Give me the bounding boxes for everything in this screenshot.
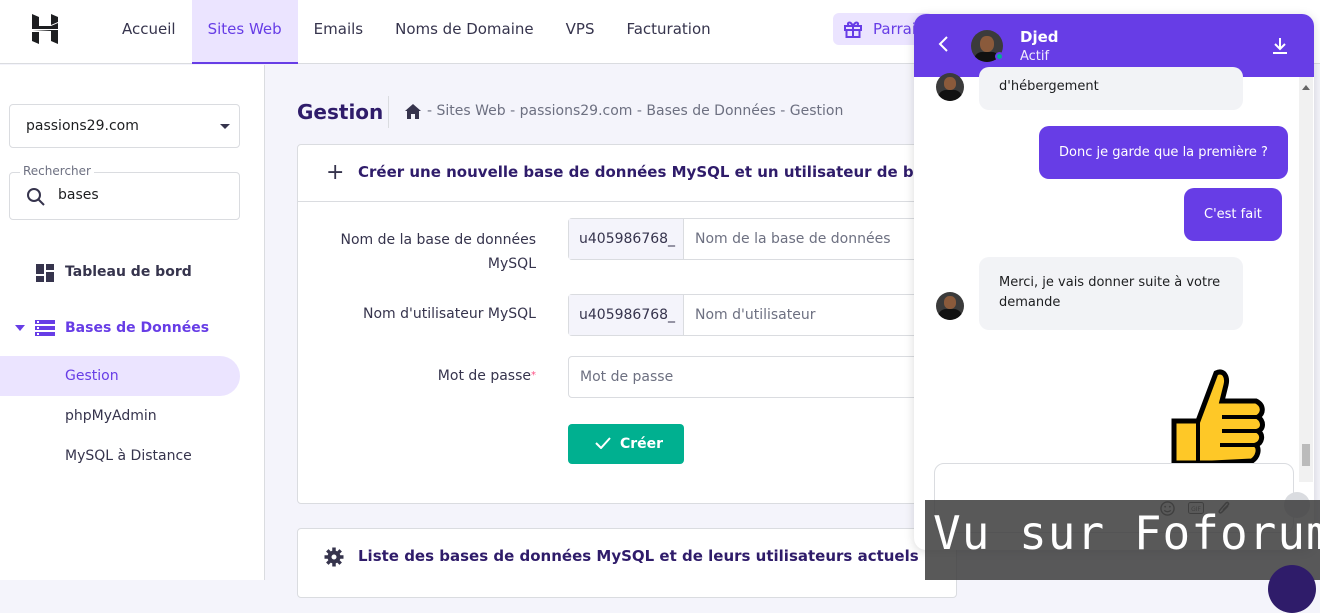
db-name-prefix: u405986768_	[569, 219, 684, 259]
password-label-text: Mot de passe	[437, 368, 531, 384]
scrollbar-thumb[interactable]	[1302, 444, 1310, 466]
create-button[interactable]: Créer	[568, 424, 684, 464]
nav-accueil[interactable]: Accueil	[106, 0, 192, 64]
database-list-icon	[35, 320, 55, 336]
sidebar-item-databases[interactable]: Bases de Données	[0, 308, 240, 348]
home-icon[interactable]	[405, 103, 421, 119]
username-label: Nom d'utilisateur MySQL	[362, 306, 536, 322]
chat-message-agent: Merci, je vais donner suite à votre dema…	[979, 257, 1243, 330]
create-card-header[interactable]: + Créer une nouvelle base de données MyS…	[298, 145, 956, 202]
gear-icon	[324, 547, 344, 567]
create-card-title: Créer une nouvelle base de données MySQL…	[358, 163, 957, 181]
create-database-card: + Créer une nouvelle base de données MyS…	[297, 144, 957, 504]
agent-status: Actif	[1020, 49, 1050, 64]
title-divider	[388, 96, 389, 128]
page-title: Gestion	[297, 100, 384, 124]
thumbs-up-icon	[1171, 369, 1265, 465]
breadcrumb: - Sites Web - passions29.com - Bases de …	[405, 103, 843, 119]
referral-label: Parrai	[873, 20, 916, 38]
caret-down-icon	[220, 124, 230, 129]
username-prefix: u405986768_	[569, 295, 684, 335]
chat-scrollbar[interactable]	[1299, 77, 1313, 482]
password-placeholder: Mot de passe	[580, 369, 674, 385]
search-icon	[27, 188, 45, 206]
sidebar-item-label: Tableau de bord	[65, 264, 192, 280]
agent-avatar-small	[936, 73, 964, 101]
password-field[interactable]: Mot de passe	[568, 356, 956, 398]
search-input[interactable]: Rechercher bases	[9, 164, 240, 220]
breadcrumb-path[interactable]: - Sites Web - passions29.com - Bases de …	[427, 103, 843, 119]
chat-message-user: C'est fait	[1184, 188, 1282, 241]
chat-message-line: demande	[999, 295, 1061, 310]
database-list-card: Liste des bases de données MySQL et de l…	[297, 528, 957, 598]
scroll-up-arrow-icon[interactable]	[1302, 85, 1310, 90]
chat-message-line: Merci, je vais donner suite à votre	[999, 275, 1221, 290]
chevron-down-icon	[15, 325, 25, 331]
list-card-title: Liste des bases de données MySQL et de l…	[358, 547, 919, 565]
nav-sites-web[interactable]: Sites Web	[191, 0, 298, 64]
download-icon[interactable]	[1272, 37, 1288, 54]
username-placeholder: Nom d'utilisateur	[695, 307, 816, 323]
agent-name: Djed	[1020, 28, 1059, 46]
db-name-label-line1: Nom de la base de données	[340, 232, 537, 248]
sidebar-item-label: Bases de Données	[65, 320, 210, 336]
db-name-label: Nom de la base de données MySQL	[316, 228, 537, 276]
sidebar-item-dashboard[interactable]: Tableau de bord	[0, 252, 240, 292]
nav-vps[interactable]: VPS	[550, 0, 611, 64]
nav-facturation[interactable]: Facturation	[610, 0, 726, 64]
db-name-placeholder: Nom de la base de données	[695, 231, 891, 247]
hostinger-logo[interactable]	[30, 14, 60, 44]
domain-value: passions29.com	[26, 118, 139, 134]
check-icon	[595, 437, 611, 449]
online-indicator	[995, 52, 1004, 61]
username-field[interactable]: u405986768_ Nom d'utilisateur	[568, 294, 956, 336]
nav-noms-de-domaine[interactable]: Noms de Domaine	[379, 0, 550, 64]
db-name-field[interactable]: u405986768_ Nom de la base de données	[568, 218, 956, 260]
chat-message-agent: d'hébergement	[979, 67, 1243, 110]
sidebar-item-gestion[interactable]: Gestion	[0, 356, 240, 396]
domain-select[interactable]: passions29.com	[9, 104, 240, 148]
dashboard-icon	[36, 264, 54, 282]
search-value: bases	[58, 187, 99, 203]
chat-widget: Djed Actif d'hébergement Donc je garde q…	[914, 14, 1314, 550]
db-name-label-line2: MySQL	[487, 256, 536, 272]
watermark: Vu sur Foforum	[933, 506, 1320, 560]
chat-message-user: Donc je garde que la première ?	[1039, 126, 1288, 179]
gift-icon	[844, 21, 862, 38]
required-marker: *	[531, 370, 536, 381]
list-card-header[interactable]: Liste des bases de données MySQL et de l…	[298, 529, 956, 584]
nav-emails[interactable]: Emails	[298, 0, 379, 64]
main-nav: Accueil Sites Web Emails Noms de Domaine…	[106, 0, 727, 64]
search-label: Rechercher	[20, 164, 94, 178]
password-label: Mot de passe*	[316, 364, 536, 388]
sidebar-item-mysql-remote[interactable]: MySQL à Distance	[0, 436, 240, 476]
create-button-label: Créer	[620, 436, 664, 452]
sidebar-item-phpmyadmin[interactable]: phpMyAdmin	[0, 396, 240, 436]
sidebar: passions29.com Rechercher bases Tableau …	[0, 65, 265, 580]
agent-avatar-small	[936, 292, 964, 320]
plus-icon: +	[326, 160, 345, 185]
help-bubble[interactable]	[1268, 565, 1316, 613]
back-arrow-icon[interactable]	[938, 36, 948, 52]
